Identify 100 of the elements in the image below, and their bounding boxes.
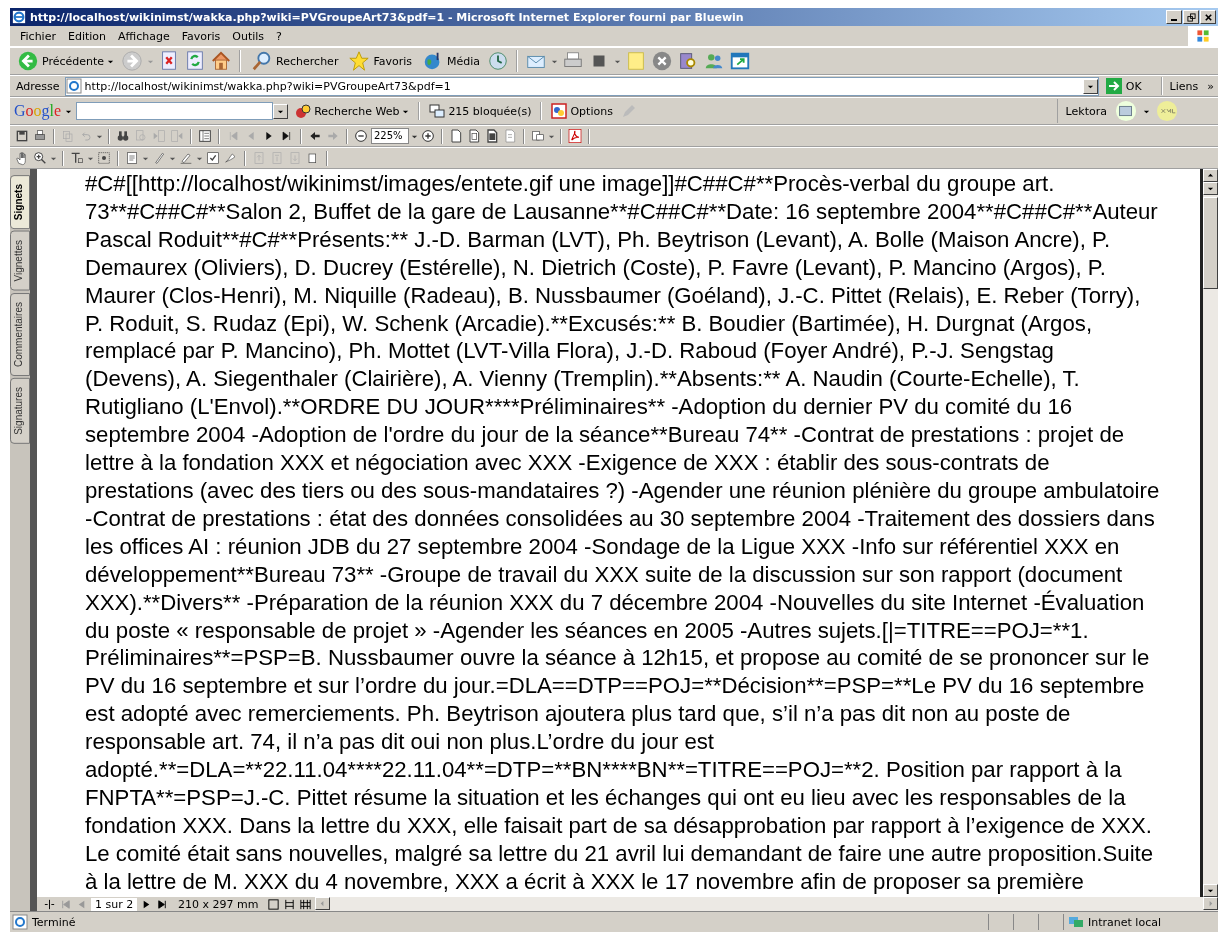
restore-icon xyxy=(1186,12,1196,22)
minimize-button[interactable] xyxy=(1166,10,1182,24)
side-panel-tab[interactable]: Signatures xyxy=(10,377,30,444)
document-text-line: FNPTA**=PSP=J.-C. Pittet résume la situation et les échanges qui ont eu lieu avec les responsables de la xyxy=(85,783,1127,812)
zoom-out-icon[interactable] xyxy=(353,128,369,144)
down-arrow-icon xyxy=(1207,887,1214,894)
document-text-line: Pascal Roduit**#C#**Présents:** J.-D. Barman (LVT), Ph. Beytrison (Levant), A. Bolle (Maison Ancre), P. xyxy=(85,225,1112,254)
close-button[interactable] xyxy=(1200,10,1216,24)
document-text-line: 73**#C##C#**Salon 2, Buffet de la gare de Lausanne**#C##C#**Date: 16 septembre 2004**#C##C#**Auteur xyxy=(85,197,1159,226)
stamp-icon[interactable] xyxy=(205,150,221,166)
document-text-line: septembre 2004 -Adoption de l'ordre du jour de la séance**Bureau 74** -Contrat de prestations : projet de xyxy=(85,421,1126,450)
address-label: Adresse xyxy=(15,79,61,93)
comment-icon[interactable] xyxy=(124,150,140,166)
lektora-label[interactable]: Lektora xyxy=(1063,104,1109,118)
last-page-icon[interactable] xyxy=(156,897,169,911)
side-panel-tab[interactable]: Vignettes xyxy=(10,231,30,291)
document-text-line: adopté.**=DLA=**22.11.04****22.11.04**=DTP=**BN****BN**=TITRE==POJ=**2. Position par rapport à la xyxy=(85,756,1123,784)
zoom-in-icon[interactable] xyxy=(32,150,48,166)
right-arrow-icon xyxy=(1207,900,1214,907)
page-icon xyxy=(12,914,28,930)
menu-item[interactable]: Edition xyxy=(61,29,112,43)
star-icon xyxy=(348,50,371,72)
document-text-line: les offices AI : réunion JDB du 27 septembre 2004 -Sondage de la Ligue XXX -Info sur référentiel XXX en xyxy=(85,532,1121,561)
single-page-icon[interactable] xyxy=(267,897,281,911)
document-text-line: #C#[[http://localhost/wikinimst/images/entete.gif une image]]#C##C#**Procès-verbal du groupe art. xyxy=(85,170,1056,198)
fit-page-icon[interactable] xyxy=(448,128,464,144)
page-size-label: 210 x 297 mm xyxy=(177,897,260,911)
zoom-in-icon[interactable] xyxy=(420,128,436,144)
page-icon xyxy=(65,78,82,94)
scroll-right-button[interactable] xyxy=(1203,897,1218,910)
go-button[interactable]: OK xyxy=(1101,77,1156,95)
continuous-icon[interactable] xyxy=(283,897,297,911)
snapshot-icon[interactable] xyxy=(96,150,112,166)
google-logo[interactable]: Google xyxy=(14,102,62,120)
acrobat-logo-icon[interactable] xyxy=(567,128,583,144)
restore-button[interactable] xyxy=(1183,10,1199,24)
web-search-button[interactable]: Recherche Web xyxy=(292,103,413,119)
document-text-line: (Devens), A. Siegenthaler (Clairière), A. Vienny (Tremplin).**Absents:** A. Naudin (Courte-Echelle), T. xyxy=(85,365,1081,394)
save-icon[interactable] xyxy=(14,128,30,144)
document-text-line: XXX).**Divers** -Préparation de la réunion XXX du 7 décembre 2004 -Nouvelles du site Internet -Évaluation xyxy=(85,588,1146,617)
document-text-line: Le comité était sans nouvelles, malgré sa lettre du 21 avril lui demandant de faire une autre proposition.Suite xyxy=(85,839,1155,868)
down-arrow-icon xyxy=(1207,185,1214,192)
scroll-left-button[interactable] xyxy=(315,897,331,910)
document-text-line: responsable art. 74, il n’a pas dit oui non plus.L’ordre du jour est xyxy=(85,728,716,757)
document-text-line: PV du 16 septembre et sur l’ordre du jour.=DLA==DTP==POJ=**Décision**=PSP=**Le PV du 16 septembre xyxy=(85,672,1146,701)
menu-item[interactable]: ? xyxy=(270,29,288,43)
close-circle-icon[interactable] xyxy=(651,50,674,72)
google-search-field[interactable] xyxy=(76,102,274,120)
reader-icon[interactable] xyxy=(1115,100,1137,122)
vertical-scrollbar[interactable] xyxy=(1200,169,1218,897)
actual-size-icon[interactable] xyxy=(466,128,482,144)
dropdown-button[interactable] xyxy=(273,103,289,119)
status-text: Terminé xyxy=(32,915,76,929)
options-icon xyxy=(551,103,568,119)
media-button[interactable]: Média xyxy=(419,50,484,72)
window-icon[interactable] xyxy=(729,50,752,72)
fit-width-icon[interactable] xyxy=(484,128,500,144)
document-text-line: lettre à la fondation XXX et négociation avec XXX -Exigence de XXX : établir des sous-contrats de xyxy=(85,449,1051,477)
document-text-line: à la lettre de M. XXX du 4 novembre, XXX a écrit à XXX le 17 novembre afin de proposer sa première xyxy=(85,867,1085,896)
facing-pages-icon[interactable] xyxy=(299,897,313,911)
back-button[interactable]: Précédente xyxy=(14,50,118,72)
document-text-line: est adopté avec remerciements. Ph. Beytrison ajoutera plus tard que, s’il n’a pas dit non au poste de xyxy=(85,700,1072,729)
side-panel-tab[interactable]: Signets xyxy=(10,175,30,230)
scroll-down-button[interactable] xyxy=(1203,182,1218,195)
document-text-line: Maurer (Clos-Henri), M. Niquille (Radeau), B. Nussbaumer (Goéland), J.-C. Pittet (Relais), E. Reber (Torry), xyxy=(85,281,1142,310)
menu-item[interactable]: Affichage xyxy=(112,29,176,43)
menu-item[interactable]: Fichier xyxy=(14,29,62,43)
scroll-up-button[interactable] xyxy=(1203,169,1218,182)
options-button[interactable]: Options xyxy=(548,103,616,119)
scroll-thumb[interactable] xyxy=(1203,197,1218,289)
zoom-field[interactable]: 225% xyxy=(371,128,409,144)
address-field[interactable]: http://localhost/wikinimst/wakka.php?wiki=PVGroupeArt73&pdf=1 xyxy=(64,76,1099,96)
document-text-line: -Contrat de prestations : état des données consolidées au 30 septembre 2004 -Traitement des dossiers dans xyxy=(85,504,1156,533)
menu-item[interactable]: Outils xyxy=(226,29,271,43)
horizontal-scrollbar[interactable] xyxy=(315,897,1218,911)
split-icon[interactable] xyxy=(43,897,56,911)
dropdown-button[interactable] xyxy=(1082,78,1098,94)
links-label[interactable]: Liens xyxy=(1167,79,1201,93)
panel-icon[interactable] xyxy=(197,128,213,144)
scroll-down-button[interactable] xyxy=(1203,884,1218,897)
home-icon[interactable] xyxy=(210,50,233,72)
history-icon[interactable] xyxy=(487,50,510,72)
intranet-icon xyxy=(1068,914,1084,930)
popup-blocker-button[interactable]: 215 bloquée(s) xyxy=(426,103,535,119)
up-arrow-icon xyxy=(1207,172,1214,179)
menu-item[interactable]: Favoris xyxy=(175,29,227,43)
text-select-icon[interactable] xyxy=(69,150,85,166)
page-number-field[interactable]: 1 sur 2 xyxy=(91,897,137,911)
minimize-icon xyxy=(1171,18,1177,21)
rotate-icon[interactable] xyxy=(530,128,546,144)
document-text-line: Demaurex (Oliviers), D. Ducrey (Estérelle), N. Dietrich (Coste), P. Favre (Levant), P. Mancino (Argos), P. xyxy=(85,253,1107,282)
document-text-line: fondation XXX. Dans la lettre du XXX, elle faisait part de sa désapprobation par rapport à l’exigence de XXX. xyxy=(85,811,1153,840)
more-links-button[interactable]: » xyxy=(1203,79,1218,93)
favorites-button[interactable]: Favoris xyxy=(345,50,415,72)
document-text-line: prestations (avec des tiers ou des sous-mandataires ?) -Agender une réunion plénière du groupe ambulatoire xyxy=(85,476,1161,505)
side-panel-tab[interactable]: Commentaires xyxy=(10,292,30,376)
document-text-line: du poste « responsable de projet » -Agender les séances en 2005 -Autres sujets.[|=TITRE==POJ=**1. xyxy=(85,616,1090,645)
search-button[interactable]: Rechercher xyxy=(248,50,342,72)
document-text-line: Préliminaires**=PSP=B. Nussbaumer ouvre la séance à 12h15, et propose au comité de se prononcer sur le xyxy=(85,644,1151,673)
security-zone-label: Intranet local xyxy=(1088,915,1161,929)
